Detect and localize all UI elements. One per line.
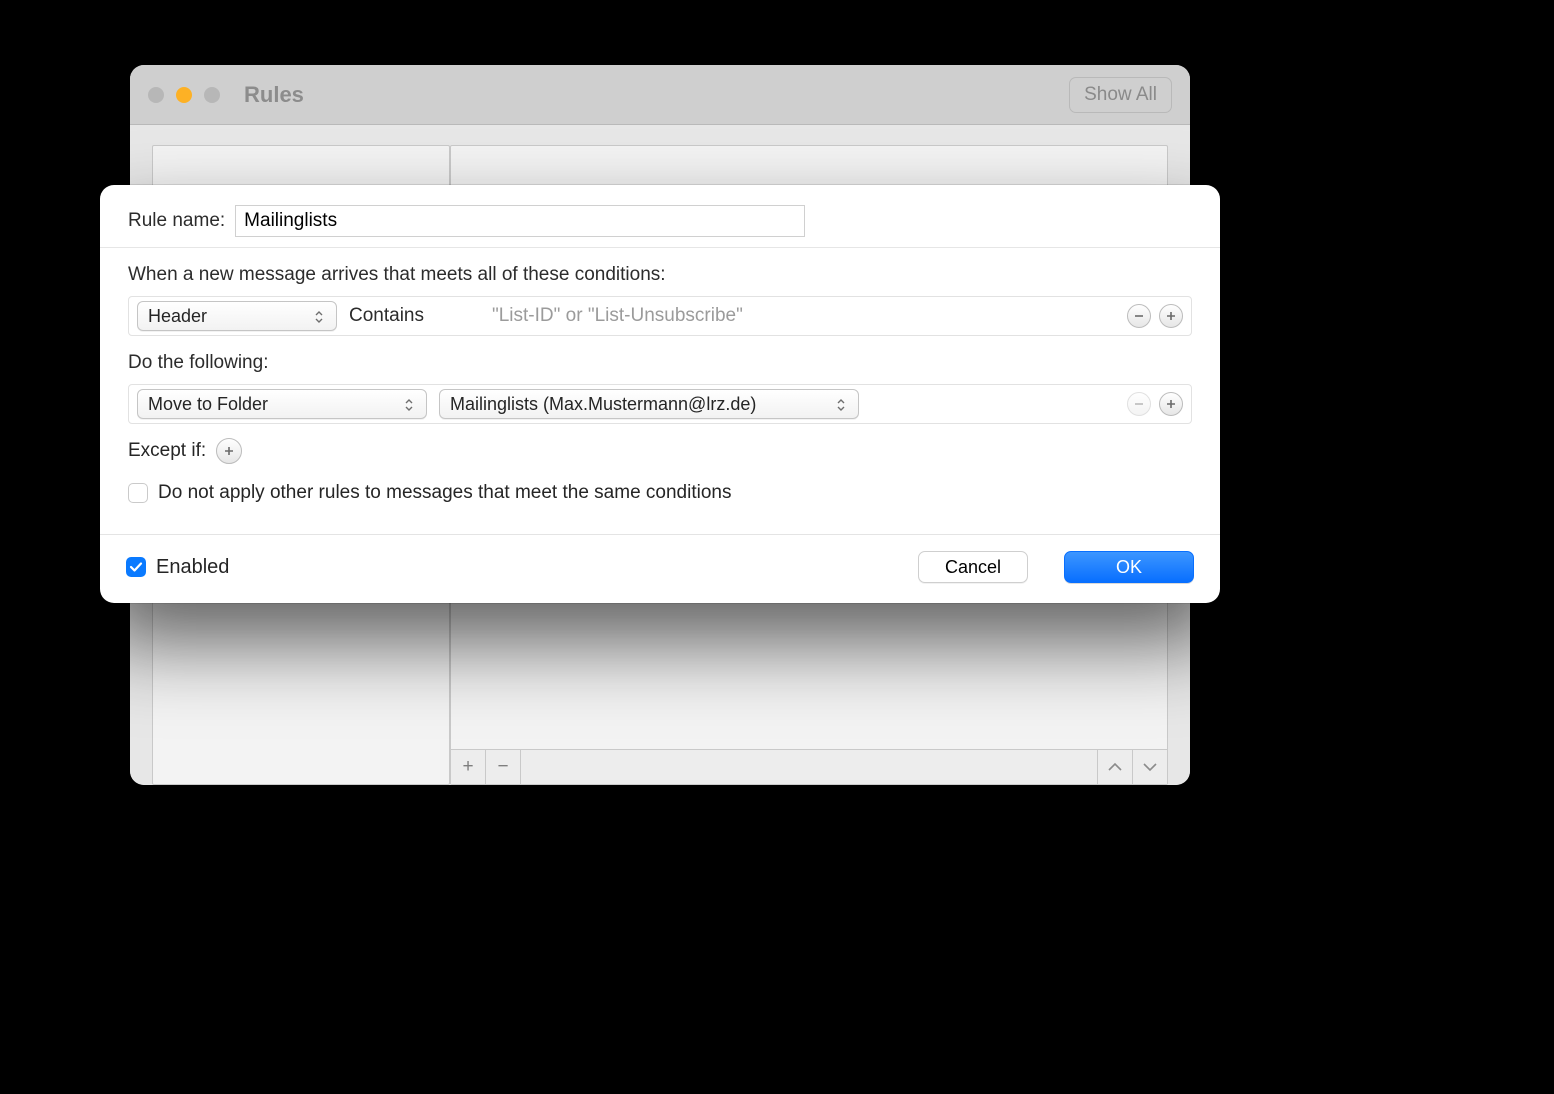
detail-panel-footer: + − — [451, 749, 1167, 784]
actions-heading: Do the following: — [128, 352, 1192, 374]
exclusive-label: Do not apply other rules to messages tha… — [158, 482, 731, 504]
add-condition-button[interactable] — [1159, 304, 1183, 328]
titlebar: Rules Show All — [130, 65, 1190, 125]
chevron-updown-icon — [314, 308, 330, 324]
condition-field-select[interactable]: Header — [137, 301, 337, 331]
except-if-label: Except if: — [128, 440, 206, 462]
action-type-value: Move to Folder — [148, 394, 268, 415]
minimize-window-icon[interactable] — [176, 87, 192, 103]
footer-spacer — [521, 750, 1097, 784]
rule-name-label: Rule name: — [128, 210, 225, 232]
move-down-button[interactable] — [1132, 750, 1167, 784]
rule-name-input[interactable] — [235, 205, 805, 237]
action-row: Move to Folder Mailinglists (Max.Musterm… — [128, 384, 1192, 424]
condition-value: "List-ID" or "List-Unsubscribe" — [492, 305, 743, 327]
chevron-updown-icon — [404, 396, 420, 412]
action-type-select[interactable]: Move to Folder — [137, 389, 427, 419]
zoom-window-icon[interactable] — [204, 87, 220, 103]
cancel-button[interactable]: Cancel — [918, 551, 1028, 583]
remove-item-button[interactable]: − — [486, 750, 521, 784]
remove-action-button — [1127, 392, 1151, 416]
ok-button[interactable]: OK — [1064, 551, 1194, 583]
condition-row: Header Contains "List-ID" or "List-Unsub… — [128, 296, 1192, 336]
edit-rule-sheet: Rule name: When a new message arrives th… — [100, 185, 1220, 603]
add-item-button[interactable]: + — [451, 750, 486, 784]
conditions-heading: When a new message arrives that meets al… — [128, 264, 1192, 286]
exclusive-checkbox[interactable] — [128, 483, 148, 503]
enabled-label: Enabled — [156, 556, 229, 579]
add-exception-button[interactable] — [216, 438, 242, 464]
show-all-button[interactable]: Show All — [1069, 77, 1172, 113]
chevron-updown-icon — [836, 396, 852, 412]
condition-operator: Contains — [349, 305, 424, 327]
close-window-icon[interactable] — [148, 87, 164, 103]
sheet-footer: Enabled Cancel OK — [100, 534, 1220, 603]
add-action-button[interactable] — [1159, 392, 1183, 416]
condition-field-value: Header — [148, 306, 207, 327]
window-controls — [148, 87, 220, 103]
window-title: Rules — [244, 82, 304, 108]
divider — [100, 247, 1220, 248]
action-folder-value: Mailinglists (Max.Mustermann@lrz.de) — [450, 394, 756, 415]
remove-condition-button[interactable] — [1127, 304, 1151, 328]
action-folder-select[interactable]: Mailinglists (Max.Mustermann@lrz.de) — [439, 389, 859, 419]
enabled-checkbox[interactable] — [126, 557, 146, 577]
move-up-button[interactable] — [1097, 750, 1132, 784]
